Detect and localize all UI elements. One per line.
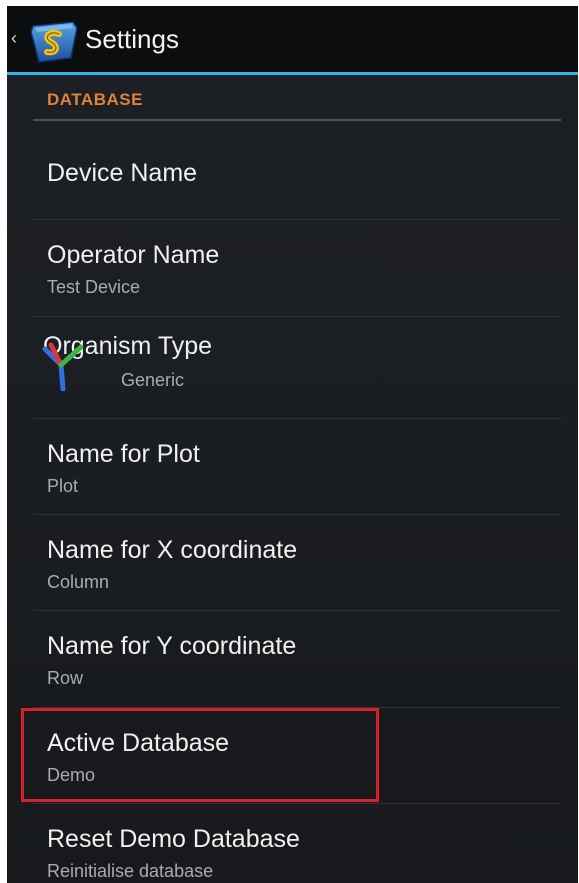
settings-screen: ‹ Settings DATABASE Device Name Operator… [7,6,578,883]
pref-title: Operator Name [47,241,220,269]
app-logo-icon[interactable] [27,18,83,64]
pref-name-for-y-coordinate[interactable]: Name for Y coordinate Row [33,611,561,707]
action-bar-accent-line [7,72,578,75]
pref-title: Name for Plot [47,440,200,468]
pref-title: Name for X coordinate [47,536,298,564]
pref-organism-type[interactable]: Organism Type Generic [33,317,561,418]
highlight-box [21,708,379,802]
pref-summary: Reinitialise database [47,861,214,881]
pref-title: Name for Y coordinate [47,632,297,660]
pref-summary: Column [47,572,110,592]
pref-operator-name[interactable]: Operator Name Test Device [33,220,561,316]
pref-summary: Test Device [47,277,141,297]
pref-summary: Generic [121,370,185,390]
pref-reset-demo-database[interactable]: Reset Demo Database Reinitialise databas… [33,804,561,883]
up-navigation-icon[interactable]: ‹ [11,28,17,48]
organism-y-icon [42,342,84,391]
pref-device-name[interactable]: Device Name [33,122,561,219]
pref-name-for-plot[interactable]: Name for Plot Plot [33,419,561,514]
pref-title: Reset Demo Database [47,825,300,853]
pref-title: Device Name [47,159,198,187]
pref-name-for-x-coordinate[interactable]: Name for X coordinate Column [33,515,561,610]
category-divider [33,119,561,121]
action-bar-title: Settings [85,24,179,54]
pref-summary: Row [47,668,84,688]
pref-summary: Plot [47,476,79,496]
category-header: DATABASE [47,90,143,109]
action-bar: ‹ Settings [7,6,578,72]
